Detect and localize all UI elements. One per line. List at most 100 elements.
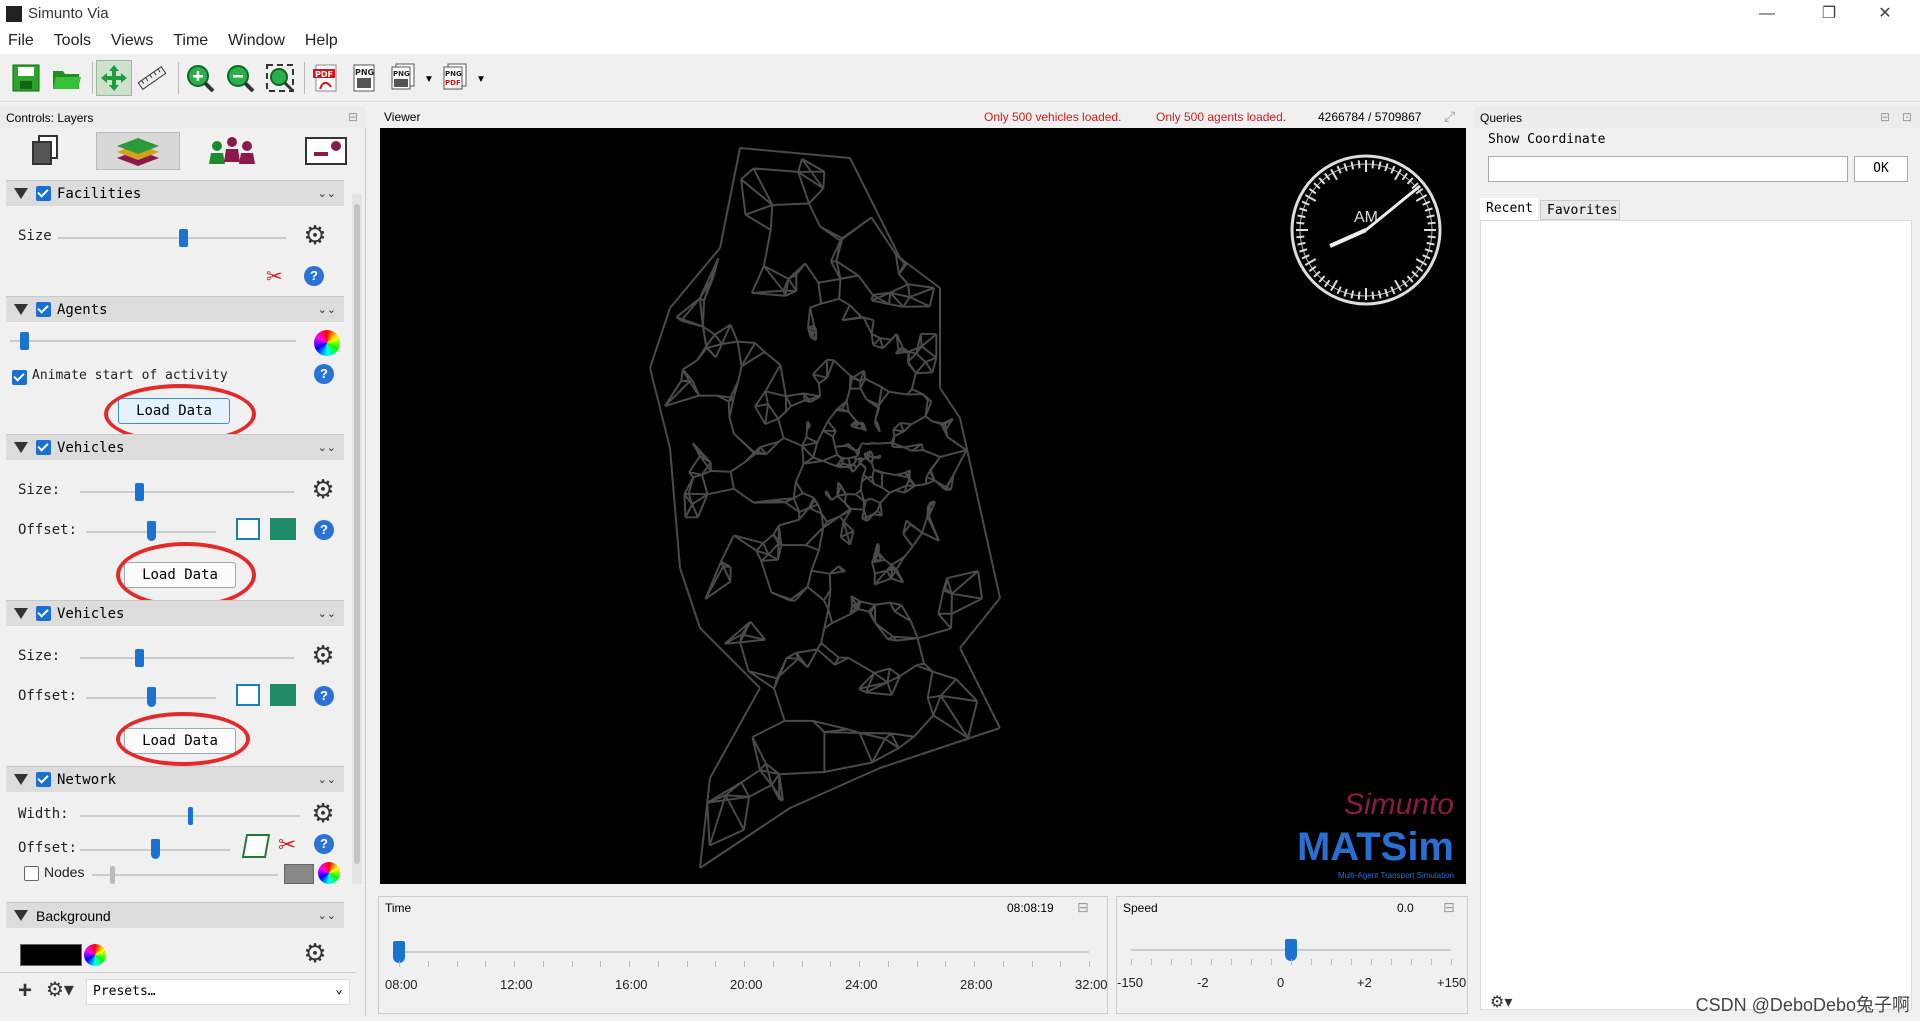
export-pdf-icon[interactable]: PDF xyxy=(308,60,344,96)
help-icon[interactable]: ? xyxy=(314,364,334,384)
ruler-icon[interactable] xyxy=(134,60,170,96)
export-pdf-sequence-icon[interactable]: PNG PDF xyxy=(436,60,472,96)
chevron-down-icon[interactable]: ⌄⌄ xyxy=(318,773,336,786)
pan-icon[interactable] xyxy=(96,60,132,96)
agents-checkbox[interactable] xyxy=(36,302,51,317)
layers-icon[interactable] xyxy=(96,132,180,170)
collapse-icon[interactable] xyxy=(14,188,28,199)
scissors-icon[interactable]: ✂ xyxy=(278,832,296,858)
help-icon[interactable]: ? xyxy=(314,686,334,706)
slider-thumb[interactable] xyxy=(146,687,156,707)
slider-thumb[interactable] xyxy=(150,839,160,859)
color-wheel-icon[interactable] xyxy=(84,944,106,966)
pin-icon[interactable]: ⊟ xyxy=(1077,899,1089,916)
facilities-header[interactable]: Facilities ⌄⌄ xyxy=(6,180,344,206)
chevron-down-icon[interactable]: ⌄⌄ xyxy=(318,909,336,922)
export-png-sequence-icon[interactable]: PNG xyxy=(384,60,420,96)
agents-header[interactable]: Agents ⌄⌄ xyxy=(6,296,344,322)
slider-thumb[interactable] xyxy=(187,807,193,825)
network-checkbox[interactable] xyxy=(36,772,51,787)
facilities-checkbox[interactable] xyxy=(36,186,51,201)
vehicles-offset-slider[interactable] xyxy=(86,521,216,541)
vehicles-checkbox-2[interactable] xyxy=(36,606,51,621)
time-slider[interactable] xyxy=(393,941,1089,963)
menu-file[interactable]: File xyxy=(0,28,42,54)
agents-slider[interactable] xyxy=(10,332,296,350)
slider-thumb[interactable] xyxy=(135,649,145,667)
gear-icon[interactable]: ⚙ xyxy=(310,800,336,826)
vehicles-header-2[interactable]: Vehicles ⌄⌄ xyxy=(6,600,344,626)
collapse-icon[interactable] xyxy=(14,910,28,921)
gear-icon[interactable]: ⚙ xyxy=(302,222,328,248)
scissors-icon[interactable]: ✂ xyxy=(266,264,283,289)
color-wheel-icon[interactable] xyxy=(318,862,340,884)
slider-thumb[interactable] xyxy=(393,941,405,963)
settings-gear-icon[interactable]: ⚙▾ xyxy=(46,977,74,1002)
menu-tools[interactable]: Tools xyxy=(46,28,99,54)
settings-gear-icon[interactable]: ⚙▾ xyxy=(1490,992,1512,1012)
help-icon[interactable]: ? xyxy=(314,520,334,540)
close-panel-icon[interactable]: ⊡ xyxy=(1902,110,1912,124)
dropdown-arrow-icon[interactable]: ▼ xyxy=(476,74,486,85)
vehicles-header[interactable]: Vehicles ⌄⌄ xyxy=(6,434,344,460)
dropdown-arrow-icon[interactable]: ▼ xyxy=(424,74,434,85)
vehicles-load-data-button[interactable]: Load Data xyxy=(124,562,236,588)
network-offset-slider[interactable] xyxy=(80,839,230,859)
gear-icon[interactable]: ⚙ xyxy=(310,476,336,502)
network-header[interactable]: Network ⌄⌄ xyxy=(6,766,344,792)
slider-thumb[interactable] xyxy=(135,483,145,501)
data-icon[interactable] xyxy=(2,132,86,170)
select-icon[interactable] xyxy=(236,518,260,540)
chevron-down-icon[interactable]: ⌄⌄ xyxy=(318,303,336,316)
add-layer-icon[interactable]: + xyxy=(18,977,32,1005)
menu-help[interactable]: Help xyxy=(297,28,346,54)
vehicles-size-slider[interactable] xyxy=(80,483,294,501)
gear-icon[interactable]: ⚙ xyxy=(302,940,328,966)
chevron-down-icon[interactable]: ⌄⌄ xyxy=(318,441,336,454)
export-png-icon[interactable]: PNG xyxy=(346,60,382,96)
scrollbar[interactable] xyxy=(352,194,362,884)
chevron-down-icon[interactable]: ⌄⌄ xyxy=(318,607,336,620)
slider-thumb[interactable] xyxy=(178,229,188,247)
nodes-checkbox[interactable] xyxy=(24,866,39,881)
restore-button[interactable]: ❐ xyxy=(1806,2,1852,26)
background-header[interactable]: Background ⌄⌄ xyxy=(6,902,344,928)
vehicles-checkbox[interactable] xyxy=(36,440,51,455)
slider-thumb[interactable] xyxy=(1285,939,1297,961)
tab-recent[interactable]: Recent xyxy=(1480,198,1538,220)
map-canvas[interactable]: AM Simunto MATSim Multi-Agent Transport … xyxy=(380,128,1466,884)
animate-checkbox[interactable] xyxy=(12,370,27,385)
menu-time[interactable]: Time xyxy=(165,28,216,54)
settings-icon[interactable] xyxy=(284,132,368,170)
zoom-fit-icon[interactable] xyxy=(262,60,298,96)
collapse-icon[interactable] xyxy=(14,608,28,619)
slider-thumb[interactable] xyxy=(110,866,115,884)
facilities-size-slider[interactable] xyxy=(58,229,286,247)
help-icon[interactable]: ? xyxy=(304,266,324,286)
pin-icon[interactable]: ⊟ xyxy=(348,110,358,124)
open-folder-icon[interactable] xyxy=(48,60,84,96)
vehicles-size-slider-2[interactable] xyxy=(80,649,294,667)
tab-favorites[interactable]: Favorites xyxy=(1540,200,1620,220)
collapse-icon[interactable] xyxy=(14,442,28,453)
save-icon[interactable] xyxy=(8,60,44,96)
pin-icon[interactable]: ⊟ xyxy=(1443,899,1455,916)
collapse-icon[interactable] xyxy=(14,304,28,315)
gear-icon[interactable]: ⚙ xyxy=(310,642,336,668)
agents-load-data-button[interactable]: Load Data xyxy=(118,398,230,424)
zoom-out-icon[interactable] xyxy=(222,60,258,96)
scrollbar-thumb[interactable] xyxy=(354,204,360,864)
network-width-slider[interactable] xyxy=(80,807,300,825)
select-icon[interactable] xyxy=(236,684,260,706)
vehicles-load-data-button-2[interactable]: Load Data xyxy=(124,728,236,754)
ok-button[interactable]: OK xyxy=(1854,156,1908,182)
color-wheel-icon[interactable] xyxy=(314,330,340,356)
menu-views[interactable]: Views xyxy=(103,28,161,54)
slider-thumb[interactable] xyxy=(19,332,29,350)
chart-icon[interactable] xyxy=(270,684,296,706)
menu-window[interactable]: Window xyxy=(220,28,293,54)
pin-icon[interactable]: ⊟ xyxy=(1880,110,1890,124)
maximize-icon[interactable]: ⤢ xyxy=(1444,108,1455,125)
chevron-down-icon[interactable]: ⌄⌄ xyxy=(318,187,336,200)
color-swatch[interactable] xyxy=(284,864,314,884)
